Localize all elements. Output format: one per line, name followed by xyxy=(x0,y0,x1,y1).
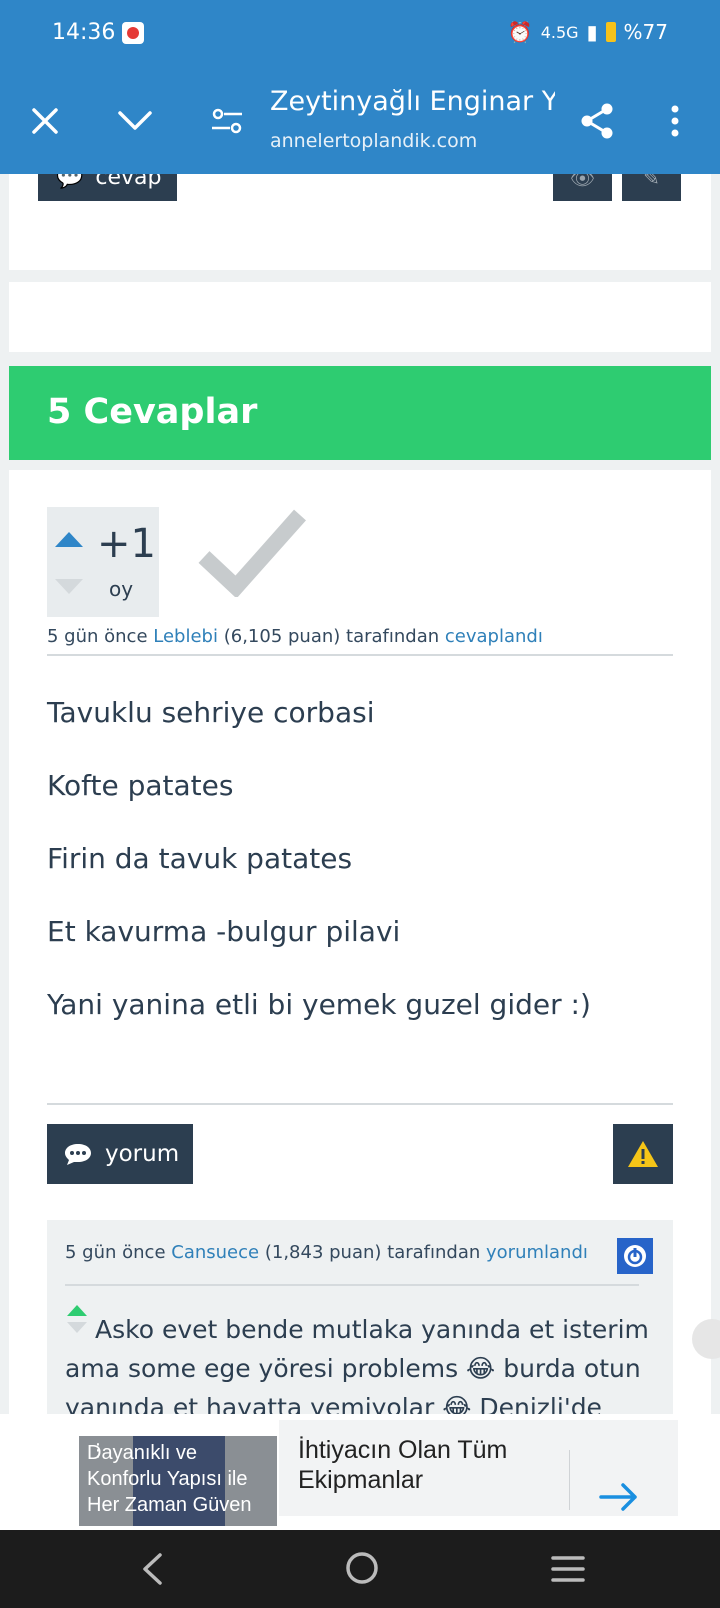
page-settings-icon[interactable] xyxy=(202,68,252,174)
close-icon[interactable] xyxy=(20,68,70,174)
comment-text: Asko evet bende mutlaka yanında et ister… xyxy=(65,1315,649,1414)
comment-icon: 💬 xyxy=(56,174,84,190)
downvote-icon[interactable] xyxy=(53,577,85,597)
answer-meta: 5 gün önce Leblebi (6,105 puan) tarafınd… xyxy=(47,626,543,647)
answer-button-label: cevap xyxy=(95,174,162,190)
ad-text-panel[interactable]: İhtiyacın Olan Tüm Ekipmanlar xyxy=(279,1420,678,1516)
answer-permalink[interactable]: cevaplandı xyxy=(445,626,543,647)
status-bar: 14:36 ⏰ 4.5G ▮ %77 xyxy=(0,0,720,68)
page-content: 💬 cevap 👁 ✎ 5 Cevaplar +1 oy 5 gün önce … xyxy=(0,174,720,1414)
battery-level: %77 xyxy=(623,20,668,44)
answer-author-link[interactable]: Leblebi xyxy=(153,626,218,647)
answer-line: Tavuklu sehriye corbasi xyxy=(47,696,375,729)
empty-card xyxy=(9,282,711,352)
alarm-icon: ⏰ xyxy=(507,20,533,44)
comment-box: 5 gün önce Cansuece (1,843 puan) tarafın… xyxy=(47,1220,673,1414)
comment-meta: 5 gün önce Cansuece (1,843 puan) tarafın… xyxy=(65,1242,588,1263)
chevron-down-icon[interactable] xyxy=(110,68,160,174)
answer-button[interactable]: 💬 cevap xyxy=(38,174,177,201)
comment-author-avatar[interactable] xyxy=(617,1238,653,1274)
answer-author-points: (6,105 puan) tarafından xyxy=(223,626,440,647)
ad-info-icon[interactable]: ⋮ xyxy=(89,1440,107,1461)
page-title: Zeytinyağlı Enginar Y... xyxy=(270,86,555,117)
answer-line: Yani yanina etli bi yemek guzel gider :) xyxy=(47,988,591,1021)
ad-headline: İhtiyacın Olan Tüm Ekipmanlar xyxy=(298,1436,508,1494)
upvote-icon[interactable] xyxy=(53,529,85,549)
notification-app-icon xyxy=(122,22,144,44)
recent-apps-icon[interactable] xyxy=(550,1554,586,1584)
status-icons: ⏰ 4.5G ▮ %77 xyxy=(508,20,668,44)
signal-icon: ▮ xyxy=(586,20,598,44)
comment-permalink[interactable]: yorumlandı xyxy=(486,1242,588,1263)
comment-button[interactable]: yorum xyxy=(47,1124,193,1184)
ad-banner[interactable]: Dayanıklı ve Konforlu Yapısı ile Her Zam… xyxy=(0,1414,720,1530)
answer-line: Firin da tavuk patates xyxy=(47,842,353,875)
page-url: annelertoplandik.com xyxy=(270,130,478,152)
vote-label: oy xyxy=(109,577,134,601)
comment-author-link[interactable]: Cansuece xyxy=(171,1242,259,1263)
answers-header: 5 Cevaplar xyxy=(9,366,711,460)
speech-bubble-icon xyxy=(65,1144,91,1165)
arrow-right-icon[interactable] xyxy=(599,1482,639,1512)
eye-slash-icon: 👁 xyxy=(569,174,596,190)
divider xyxy=(569,1450,570,1510)
home-icon[interactable] xyxy=(344,1550,380,1586)
answer-line: Et kavurma -bulgur pilavi xyxy=(47,915,401,948)
back-icon[interactable] xyxy=(140,1552,164,1586)
answer-time: 5 gün önce xyxy=(47,626,148,647)
comment-button-label: yorum xyxy=(105,1141,180,1167)
vote-count: +1 xyxy=(97,521,156,567)
answers-count-title: 5 Cevaplar xyxy=(47,392,258,432)
status-time: 14:36 xyxy=(52,20,116,45)
more-options-icon[interactable] xyxy=(652,68,698,174)
pencil-icon: ✎ xyxy=(643,174,660,190)
hide-button[interactable]: 👁 xyxy=(553,174,612,201)
battery-icon xyxy=(605,22,616,42)
browser-toolbar: Zeytinyağlı Enginar Y... annelertoplandi… xyxy=(0,68,720,174)
report-button[interactable] xyxy=(613,1124,673,1184)
vote-box: +1 oy xyxy=(47,507,159,617)
ad-image[interactable]: Dayanıklı ve Konforlu Yapısı ile Her Zam… xyxy=(79,1436,277,1526)
share-icon[interactable] xyxy=(574,68,620,174)
answer-line: Kofte patates xyxy=(47,769,234,802)
question-actions-card: 💬 cevap 👁 ✎ xyxy=(9,174,711,270)
edit-button[interactable]: ✎ xyxy=(622,174,681,201)
comment-time: 5 gün önce xyxy=(65,1242,166,1263)
divider xyxy=(47,654,673,656)
divider xyxy=(65,1284,639,1286)
divider xyxy=(47,1103,673,1105)
warning-icon xyxy=(628,1141,658,1167)
ad-image-text: Dayanıklı ve Konforlu Yapısı ile Her Zam… xyxy=(87,1442,252,1516)
best-answer-check-icon[interactable] xyxy=(196,505,308,597)
network-type: 4.5G xyxy=(540,22,579,42)
system-nav-bar xyxy=(0,1530,720,1608)
power-icon xyxy=(624,1245,646,1267)
comment-author-points: (1,843 puan) tarafından xyxy=(264,1242,481,1263)
